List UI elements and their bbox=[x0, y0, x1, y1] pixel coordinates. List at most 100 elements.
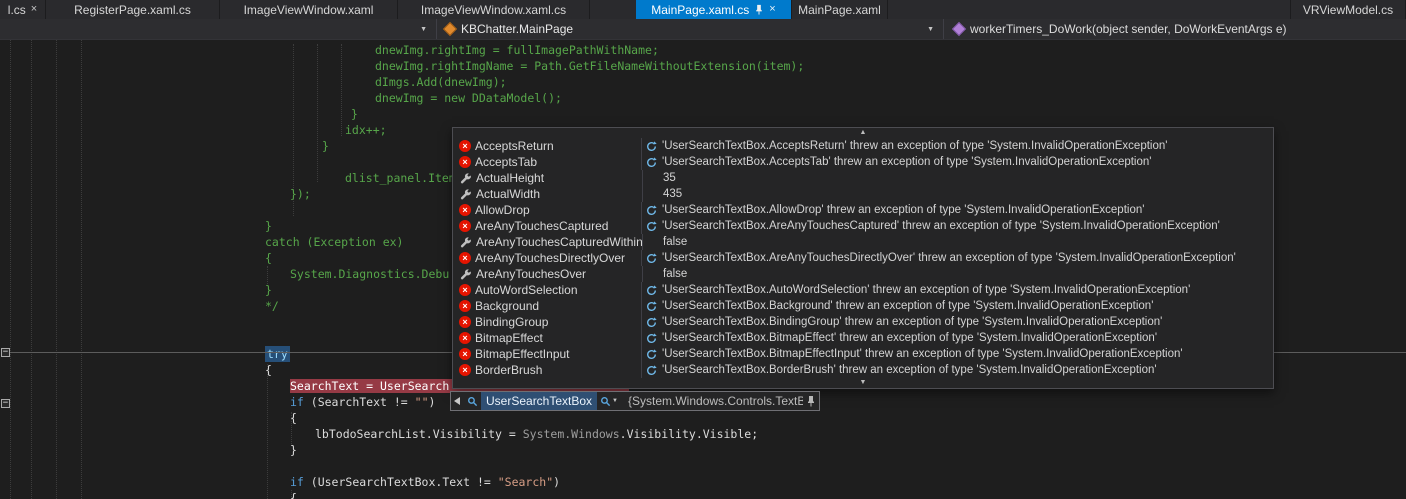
pin-icon[interactable] bbox=[754, 4, 764, 15]
code-line: { bbox=[0, 410, 1406, 426]
watch-row[interactable]: × AcceptsReturn 'UserSearchTextBox.Accepts… bbox=[453, 138, 1273, 154]
watch-row[interactable]: × AcceptsTab 'UserSearchTextBox.AcceptsTab… bbox=[453, 154, 1273, 170]
property-value-cell: 'UserSearchTextBox.BitmapEffectInput' th… bbox=[641, 346, 1273, 362]
datatip-value: {System.Windows.Controls.TextBox} bbox=[628, 394, 803, 408]
magnifier-icon[interactable] bbox=[467, 396, 478, 407]
wrench-icon bbox=[459, 236, 472, 249]
tab-2[interactable]: ImageViewWindow.xaml bbox=[220, 0, 398, 19]
refresh-icon[interactable] bbox=[646, 284, 662, 296]
project-dropdown[interactable]: ▼ bbox=[0, 19, 437, 39]
watch-row[interactable]: ActualHeight 35 bbox=[453, 170, 1273, 186]
code-line: dnewImg.rightImg = fullImagePathWithName… bbox=[0, 42, 1406, 58]
property-name: Background bbox=[475, 299, 540, 313]
watch-row[interactable]: × BitmapEffectInput 'UserSearchTextBox.Bit… bbox=[453, 346, 1273, 362]
code-token: try bbox=[265, 346, 290, 362]
tab-0[interactable]: l.cs × bbox=[0, 0, 46, 19]
tab-label: MainPage.xaml bbox=[798, 2, 881, 17]
code-token: }); bbox=[290, 187, 311, 201]
wrench-icon bbox=[459, 268, 472, 281]
refresh-icon[interactable] bbox=[646, 300, 662, 312]
scroll-down-icon[interactable]: ▼ bbox=[453, 378, 1273, 388]
tab-bar: l.cs × RegisterPage.xaml.cs ImageViewWindow… bbox=[0, 0, 1406, 19]
watch-row[interactable]: × BorderBrush 'UserSearchTextBox.BorderBru… bbox=[453, 362, 1273, 378]
property-value: 'UserSearchTextBox.AllowDrop' threw an e… bbox=[662, 204, 1145, 216]
property-name: BitmapEffect bbox=[475, 331, 543, 345]
property-value-cell: 'UserSearchTextBox.AcceptsTab' threw an … bbox=[641, 154, 1273, 170]
watch-row[interactable]: × BindingGroup 'UserSearchTextBox.BindingG… bbox=[453, 314, 1273, 330]
error-icon: × bbox=[459, 348, 471, 360]
error-icon: × bbox=[459, 220, 471, 232]
tab-1[interactable]: RegisterPage.xaml.cs bbox=[46, 0, 220, 19]
property-name: AcceptsReturn bbox=[475, 139, 554, 153]
property-value: 35 bbox=[663, 172, 676, 184]
member-dropdown[interactable]: workerTimers_DoWork(object sender, DoWor… bbox=[944, 19, 1406, 39]
watch-row[interactable]: × AreAnyTouchesCaptured 'UserSearchTextBox… bbox=[453, 218, 1273, 234]
tab-label: MainPage.xaml.cs bbox=[651, 2, 750, 17]
type-dropdown[interactable]: KBChatter.MainPage ▼ bbox=[437, 19, 944, 39]
visualizer-icon[interactable]: ▼ bbox=[600, 396, 618, 407]
class-icon bbox=[442, 21, 458, 37]
property-name: AutoWordSelection bbox=[475, 283, 578, 297]
watch-row[interactable]: × AreAnyTouchesDirectlyOver 'UserSearchTex… bbox=[453, 250, 1273, 266]
code-token: ) bbox=[553, 475, 561, 489]
property-value-cell: 'UserSearchTextBox.BorderBrush' threw an… bbox=[641, 362, 1273, 378]
member-dropdown-label: workerTimers_DoWork(object sender, DoWor… bbox=[970, 22, 1287, 36]
wrench-icon bbox=[459, 188, 472, 201]
close-icon[interactable]: × bbox=[31, 4, 37, 15]
code-token: { bbox=[265, 251, 272, 265]
code-line: dImgs.Add(dnewImg); bbox=[0, 74, 1406, 90]
tab-4[interactable]: MainPage.xaml.cs × bbox=[636, 0, 792, 19]
property-value: 'UserSearchTextBox.AreAnyTouchesDirectly… bbox=[662, 252, 1236, 264]
property-value-cell: 'UserSearchTextBox.AcceptsReturn' threw … bbox=[641, 138, 1273, 154]
error-icon: × bbox=[459, 252, 471, 264]
refresh-icon[interactable] bbox=[646, 220, 662, 232]
property-name: AllowDrop bbox=[475, 203, 530, 217]
code-token: dnewImg.rightImgName = Path.GetFileNameW… bbox=[375, 59, 805, 73]
collapse-region-button[interactable]: − bbox=[1, 399, 10, 408]
datatip-expression[interactable]: UserSearchTextBox bbox=[481, 392, 598, 410]
collapse-region-button[interactable]: − bbox=[1, 348, 10, 357]
tab-6[interactable]: VRViewModel.cs bbox=[1290, 0, 1406, 19]
code-token: .Visibility.Visible; bbox=[619, 427, 759, 441]
refresh-icon[interactable] bbox=[646, 156, 662, 168]
scroll-up-icon[interactable]: ▲ bbox=[453, 128, 1273, 138]
watch-row[interactable]: × BitmapEffect 'UserSearchTextBox.BitmapEf… bbox=[453, 330, 1273, 346]
refresh-icon[interactable] bbox=[646, 332, 662, 344]
tab-5[interactable]: MainPage.xaml bbox=[792, 0, 888, 19]
property-value-cell: 'UserSearchTextBox.BitmapEffect' threw a… bbox=[641, 330, 1273, 346]
watch-row[interactable]: ActualWidth 435 bbox=[453, 186, 1273, 202]
tab-label: RegisterPage.xaml.cs bbox=[74, 2, 191, 17]
property-value: 'UserSearchTextBox.BitmapEffectInput' th… bbox=[662, 348, 1183, 360]
tab-3[interactable]: ImageViewWindow.xaml.cs bbox=[398, 0, 590, 19]
watch-row[interactable]: × AllowDrop 'UserSearchTextBox.AllowDrop' … bbox=[453, 202, 1273, 218]
code-line: lbTodoSearchList.Visibility = System.Win… bbox=[0, 426, 1406, 442]
watch-row[interactable]: AreAnyTouchesCapturedWithin false bbox=[453, 234, 1273, 250]
refresh-icon[interactable] bbox=[646, 140, 662, 152]
refresh-icon[interactable] bbox=[646, 252, 662, 264]
refresh-icon[interactable] bbox=[646, 364, 662, 376]
refresh-icon[interactable] bbox=[646, 204, 662, 216]
property-value: 'UserSearchTextBox.BorderBrush' threw an… bbox=[662, 364, 1157, 376]
property-name: AreAnyTouchesDirectlyOver bbox=[475, 251, 626, 265]
property-value-cell: 'UserSearchTextBox.AllowDrop' threw an e… bbox=[641, 202, 1273, 218]
property-value-cell: 435 bbox=[642, 186, 1273, 202]
code-line: } bbox=[0, 106, 1406, 122]
property-value-cell: 'UserSearchTextBox.AreAnyTouchesDirectly… bbox=[641, 250, 1273, 266]
refresh-icon[interactable] bbox=[646, 316, 662, 328]
collapse-datatip-icon[interactable] bbox=[454, 397, 460, 405]
refresh-icon[interactable] bbox=[646, 348, 662, 360]
code-token: ) bbox=[428, 395, 436, 409]
pin-icon[interactable] bbox=[806, 395, 816, 407]
code-token: System.Diagnostics.Debu bbox=[290, 267, 450, 281]
watch-row[interactable]: × AutoWordSelection 'UserSearchTextBox.Aut… bbox=[453, 282, 1273, 298]
code-line: { bbox=[0, 490, 1406, 499]
code-editor[interactable]: − − dnewImg.rightImg = fullImagePathWith… bbox=[0, 40, 1406, 499]
property-value: 'UserSearchTextBox.BitmapEffect' threw a… bbox=[662, 332, 1158, 344]
property-value-cell: 'UserSearchTextBox.BindingGroup' threw a… bbox=[641, 314, 1273, 330]
method-icon bbox=[951, 21, 967, 37]
close-icon[interactable]: × bbox=[769, 4, 775, 15]
watch-row[interactable]: AreAnyTouchesOver false bbox=[453, 266, 1273, 282]
code-token: (SearchText != bbox=[303, 395, 415, 409]
watch-row[interactable]: × Background 'UserSearchTextBox.Background… bbox=[453, 298, 1273, 314]
